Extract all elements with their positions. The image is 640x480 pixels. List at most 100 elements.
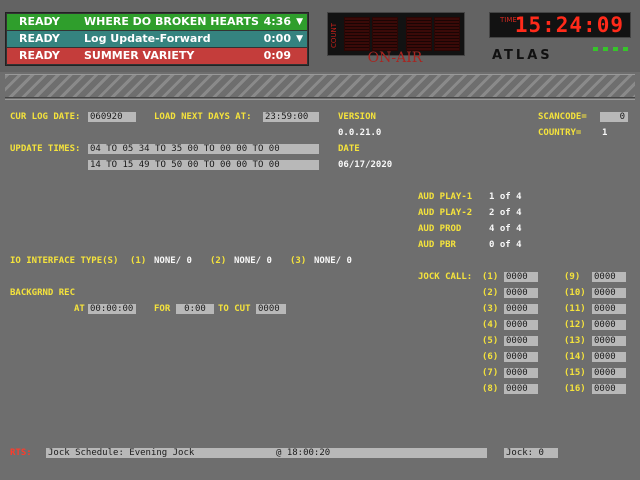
jock-slot-num: (9)	[564, 272, 581, 282]
at-label: AT	[74, 304, 85, 314]
jock-slot-field[interactable]: 0000	[592, 320, 626, 330]
queue-row-1[interactable]: READY WHERE DO BROKEN HEARTS 4:36 ▼	[7, 14, 307, 30]
chevron-down-icon[interactable]: ▼	[296, 17, 303, 27]
scancode-label: SCANCODE=	[538, 112, 587, 122]
aud-prod-label: AUD PROD	[418, 224, 462, 234]
jock-slot-num: (6)	[482, 352, 499, 362]
queue-title: WHERE DO BROKEN HEARTS	[84, 15, 259, 28]
chevron-down-icon[interactable]: ▼	[296, 34, 303, 44]
jock-slot-field[interactable]: 0000	[504, 272, 538, 282]
clock-value: 15:24:09	[514, 13, 624, 37]
update-times-row-1[interactable]: 04 TO 05 34 TO 35 00 TO 00 00 TO 00	[88, 144, 319, 154]
queue-title: Log Update-Forward	[84, 32, 211, 45]
rts-label: RTS:	[10, 448, 32, 458]
version-label: VERSION	[338, 112, 376, 122]
play-queue: READY WHERE DO BROKEN HEARTS 4:36 ▼ READ…	[5, 12, 309, 66]
count-label: COUNT	[330, 22, 338, 48]
date-value: 06/17/2020	[338, 160, 393, 170]
update-times-row-2[interactable]: 14 TO 15 49 TO 50 00 TO 00 00 TO 00	[88, 160, 319, 170]
queue-status: READY	[19, 15, 60, 28]
jock-slot-num: (2)	[482, 288, 499, 298]
jock-slot-field[interactable]: 0000	[504, 336, 538, 346]
jock-slot-num: (11)	[564, 304, 586, 314]
io-3-num: (3)	[290, 256, 307, 266]
jock-slot-num: (5)	[482, 336, 499, 346]
queue-status: READY	[19, 49, 60, 62]
queue-duration: 0:09	[263, 49, 291, 62]
to-cut-label: TO CUT	[218, 304, 251, 314]
io-1-num: (1)	[130, 256, 147, 266]
io-1-value: NONE/ 0	[154, 256, 192, 266]
date-label: DATE	[338, 144, 360, 154]
digit-segment	[434, 17, 460, 51]
jock-slot-field[interactable]: 0000	[504, 320, 538, 330]
queue-duration: 0:00	[263, 32, 291, 45]
aud-play-1-value: 1 of 4	[489, 192, 522, 202]
jock-count-field: Jock: 0	[504, 448, 558, 458]
jock-slot-num: (10)	[564, 288, 586, 298]
jock-slot-field[interactable]: 0000	[592, 368, 626, 378]
jock-slot-field[interactable]: 0000	[592, 272, 626, 282]
jock-slot-field[interactable]: 0000	[504, 368, 538, 378]
io-3-value: NONE/ 0	[314, 256, 352, 266]
aud-pbr-label: AUD PBR	[418, 240, 456, 250]
clock-display: TIME 15:24:09	[489, 12, 631, 38]
queue-status: READY	[19, 32, 60, 45]
jock-slot-field[interactable]: 0000	[592, 304, 626, 314]
jock-slot-num: (14)	[564, 352, 586, 362]
backgrnd-rec-label: BACKGRND REC	[10, 288, 76, 298]
jock-slot-num: (7)	[482, 368, 499, 378]
jock-slot-num: (16)	[564, 384, 586, 394]
update-times-label: UPDATE TIMES:	[10, 144, 81, 154]
digit-segment	[406, 17, 432, 51]
country-value: 1	[602, 128, 608, 138]
status-led-icon	[603, 47, 608, 51]
backgrnd-at-field[interactable]: 00:00:00	[88, 304, 136, 314]
jock-slot-field[interactable]: 0000	[592, 384, 626, 394]
jock-schedule-time: @ 18:00:20	[276, 448, 331, 458]
status-led-icon	[593, 47, 598, 51]
cur-log-date-field[interactable]: 060920	[88, 112, 136, 122]
jock-slot-field[interactable]: 0000	[592, 288, 626, 298]
atlas-logo: ATLAS	[492, 48, 553, 63]
jock-slot-num: (4)	[482, 320, 499, 330]
jock-slot-field[interactable]: 0000	[504, 384, 538, 394]
to-cut-field[interactable]: 0000	[256, 304, 286, 314]
jock-slot-field[interactable]: 0000	[504, 352, 538, 362]
scancode-field[interactable]: 0	[600, 112, 628, 122]
jock-schedule-field: Jock Schedule: Evening Jock @ 18:00:20	[46, 448, 487, 458]
load-next-field[interactable]: 23:59:00	[263, 112, 319, 122]
for-label: FOR	[154, 304, 171, 314]
jock-slot-field[interactable]: 0000	[592, 352, 626, 362]
jock-slot-field[interactable]: 0000	[504, 304, 538, 314]
status-led-icon	[623, 47, 628, 51]
jock-slot-num: (8)	[482, 384, 499, 394]
jock-slot-num: (3)	[482, 304, 499, 314]
load-next-label: LOAD NEXT DAYS AT:	[154, 112, 252, 122]
jock-slot-num: (12)	[564, 320, 586, 330]
digit-segment	[372, 17, 398, 51]
digit-segment	[344, 17, 370, 51]
divider-stripe	[5, 74, 635, 98]
queue-duration: 4:36	[263, 15, 291, 28]
queue-row-3[interactable]: READY SUMMER VARIETY 0:09	[7, 48, 307, 64]
country-label: COUNTRY=	[538, 128, 582, 138]
aud-play-2-value: 2 of 4	[489, 208, 522, 218]
jock-slot-field[interactable]: 0000	[592, 336, 626, 346]
io-2-value: NONE/ 0	[234, 256, 272, 266]
io-2-num: (2)	[210, 256, 227, 266]
cur-log-date-label: CUR LOG DATE:	[10, 112, 81, 122]
queue-row-2[interactable]: READY Log Update-Forward 0:00 ▼	[7, 31, 307, 47]
divider-line	[5, 99, 635, 100]
aud-play-1-label: AUD PLAY-1	[418, 192, 473, 202]
jock-schedule-text: Jock Schedule: Evening Jock	[48, 448, 195, 458]
aud-prod-value: 4 of 4	[489, 224, 522, 234]
queue-title: SUMMER VARIETY	[84, 49, 195, 62]
on-air-label: ON-AIR	[367, 50, 423, 66]
io-interface-label: IO INTERFACE TYPE(S)	[10, 256, 119, 266]
backgrnd-for-field[interactable]: 0:00	[176, 304, 214, 314]
status-led-icon	[613, 47, 618, 51]
jock-call-label: JOCK CALL:	[418, 272, 473, 282]
jock-slot-field[interactable]: 0000	[504, 288, 538, 298]
jock-slot-num: (1)	[482, 272, 499, 282]
